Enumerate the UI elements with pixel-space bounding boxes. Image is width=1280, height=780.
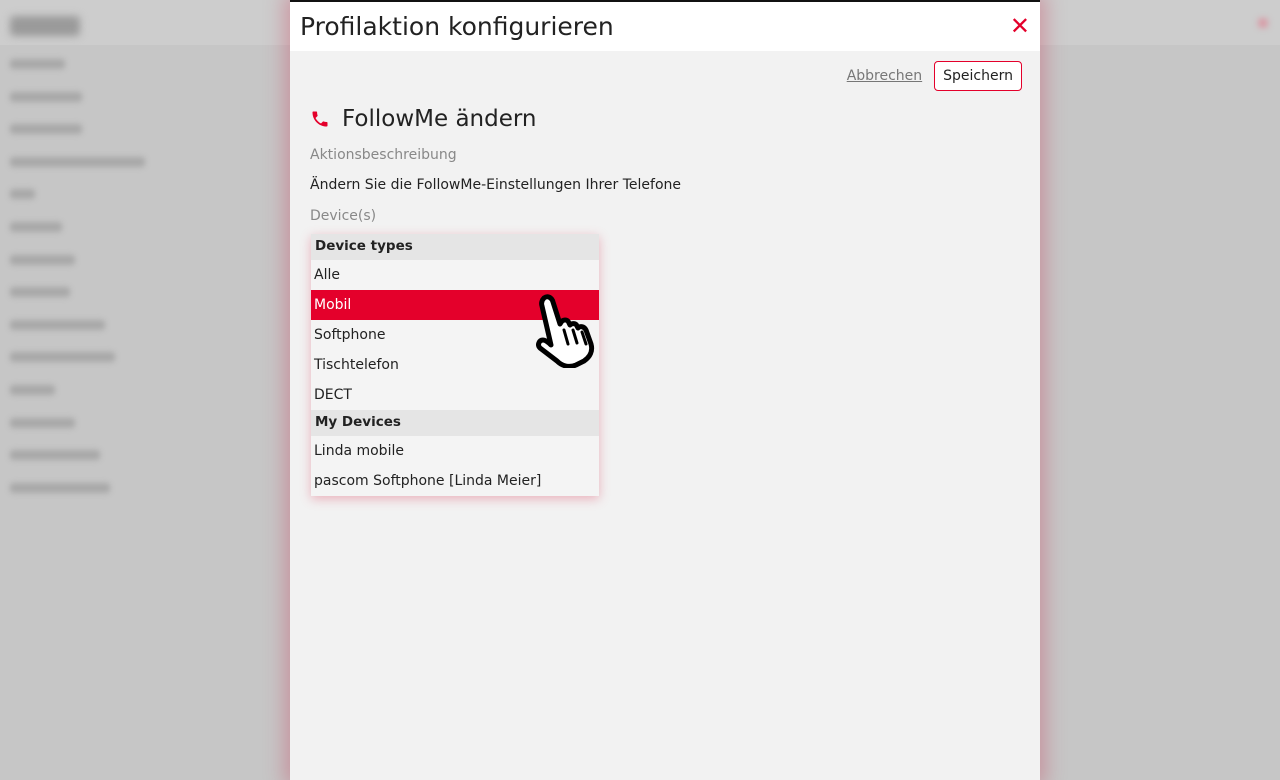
section-title: FollowMe ändern	[310, 106, 537, 132]
option-pascom-softphone[interactable]: pascom Softphone [Linda Meier]	[311, 466, 599, 496]
group-header: Device types	[311, 234, 599, 260]
background-sidebar-item	[10, 222, 62, 232]
background-sidebar-item	[10, 254, 75, 265]
section-title-text: FollowMe ändern	[342, 106, 537, 132]
group-header: My Devices	[311, 410, 599, 436]
save-button[interactable]: Speichern	[934, 61, 1022, 91]
cancel-link[interactable]: Abbrechen	[847, 68, 922, 84]
modal-title: Profilaktion konfigurieren	[300, 12, 614, 41]
background-sidebar-item	[10, 156, 145, 167]
modal-header: Profilaktion konfigurieren ✕	[290, 2, 1040, 51]
background-sidebar-item	[10, 417, 75, 428]
option-alle[interactable]: Alle	[311, 260, 599, 290]
background-close-icon	[1258, 18, 1268, 28]
background-sidebar-item	[10, 59, 65, 69]
phone-icon	[312, 111, 328, 127]
description-label: Aktionsbeschreibung	[310, 147, 457, 163]
background-sidebar-item	[10, 352, 115, 363]
option-dect[interactable]: DECT	[311, 380, 599, 410]
modal-actions: Abbrechen Speichern	[847, 61, 1022, 91]
background-sidebar-item	[10, 189, 35, 200]
background-sidebar-item	[10, 319, 105, 330]
background-sidebar-item	[10, 482, 110, 493]
background-sidebar-item	[10, 450, 100, 461]
background-sidebar-item	[10, 385, 55, 395]
background-page-title-blurred	[10, 16, 80, 36]
description-text: Ändern Sie die FollowMe-Einstellungen Ih…	[310, 177, 682, 193]
background-sidebar-item	[10, 287, 70, 298]
devices-label: Device(s)	[310, 208, 377, 224]
hand-pointer-icon	[536, 294, 595, 368]
background-sidebar-item	[10, 91, 82, 102]
option-linda-mobile[interactable]: Linda mobile	[311, 436, 599, 466]
profile-action-modal: Profilaktion konfigurieren ✕ Abbrechen S…	[290, 0, 1040, 780]
background-sidebar-item	[10, 124, 82, 135]
close-icon[interactable]: ✕	[1010, 14, 1030, 38]
